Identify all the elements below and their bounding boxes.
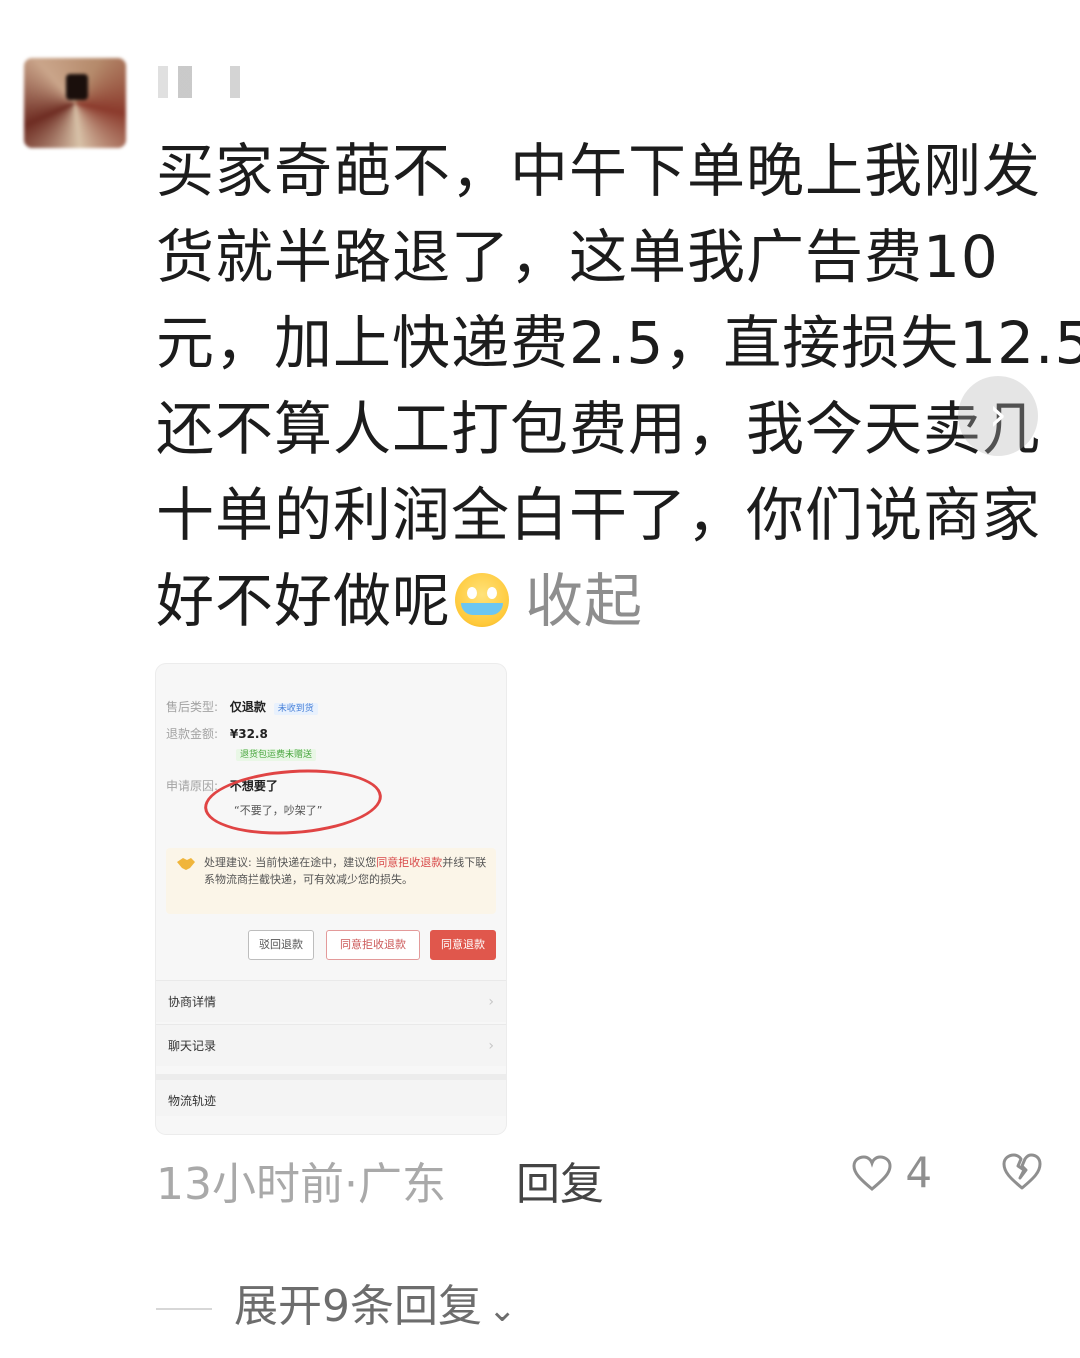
expand-replies-button[interactable]: 展开9条回复 ⌄ <box>156 1270 517 1334</box>
reply-button[interactable]: 回复 <box>516 1148 604 1212</box>
chevron-down-icon: ⌄ <box>488 1290 517 1330</box>
comment-line: 十单的利润全白干了，你们说商家 <box>156 481 1042 549</box>
handshake-icon <box>177 858 195 870</box>
reason-label: 申请原因: <box>166 779 219 793</box>
menu-item-label: 聊天记录 <box>168 1039 217 1053</box>
aftersale-type-value: 仅退款 <box>229 700 266 714</box>
suggestion-highlight: 同意拒收退款 <box>376 856 443 869</box>
chevron-right-icon: › <box>988 387 1008 441</box>
comment-line: 还不算人工打包费用，我今天卖几 <box>156 395 1042 463</box>
username-blurred[interactable] <box>158 66 258 98</box>
suggestion-box: 处理建议: 当前快递在途中，建议您同意拒收退款并线下联系物流商拦截快递，可有效减… <box>166 848 496 914</box>
menu-item-negotiation[interactable]: 协商详情 › <box>156 980 506 1022</box>
menu-item-label: 物流轨迹 <box>168 1094 217 1108</box>
comment-line: 货就半路退了，这单我广告费10 <box>156 223 999 291</box>
reject-refund-button[interactable]: 驳回退款 <box>248 930 314 960</box>
refund-amount-label: 退款金额: <box>166 727 219 741</box>
avatar[interactable] <box>24 58 126 148</box>
crying-laughing-emoji-icon <box>455 573 510 627</box>
heart-icon <box>852 1155 892 1191</box>
menu-item-chat-log[interactable]: 聊天记录 › <box>156 1024 506 1066</box>
broken-heart-icon[interactable] <box>1002 1150 1042 1194</box>
comment-line-text: 好不好做呢 <box>156 567 452 635</box>
next-arrow-button[interactable]: › <box>958 376 1038 456</box>
agree-reject-receive-button[interactable]: 同意拒收退款 <box>326 930 420 960</box>
aftersale-type-row: 售后类型: 仅退款 未收到货 <box>166 698 318 715</box>
refund-tag: 退货包运费未赠送 <box>236 749 317 761</box>
comment-line: 元，加上快递费2.5，直接损失12.5 <box>156 309 1080 377</box>
like-button[interactable]: 4 <box>852 1148 932 1197</box>
aftersale-type-tag: 未收到货 <box>273 703 318 715</box>
comment-text: 买家奇葩不，中午下单晚上我刚发 货就半路退了，这单我广告费10 元，加上快递费2… <box>156 128 1080 644</box>
aftersale-type-label: 售后类型: <box>166 700 219 714</box>
collapse-button[interactable]: 收起 <box>525 567 643 635</box>
chevron-right-icon: › <box>488 1038 494 1054</box>
expand-replies-label: 展开9条回复 <box>234 1281 482 1332</box>
menu-item-logistics[interactable]: 物流轨迹 <box>156 1074 506 1116</box>
menu-item-label: 协商详情 <box>168 995 217 1009</box>
suggestion-prefix: 处理建议: 当前快递在途中，建议您 <box>204 856 377 869</box>
chevron-right-icon: › <box>488 994 494 1010</box>
comment-line-last: 好不好做呢 收起 <box>156 558 1036 644</box>
time-location: 13小时前·广东 <box>156 1159 446 1210</box>
refund-tag-row: 退货包运费未赠送 <box>236 746 317 761</box>
divider <box>156 1308 212 1310</box>
attached-screenshot[interactable]: 售后类型: 仅退款 未收到货 退款金额: ¥32.8 退货包运费未赠送 申请原因… <box>156 664 506 1134</box>
comment-line: 买家奇葩不，中午下单晚上我刚发 <box>156 137 1042 205</box>
red-circle-annotation <box>201 763 385 841</box>
refund-amount-value: ¥32.8 <box>229 727 268 741</box>
refund-amount-row: 退款金额: ¥32.8 <box>166 725 268 742</box>
like-count: 4 <box>905 1148 933 1197</box>
agree-refund-button[interactable]: 同意退款 <box>430 930 496 960</box>
